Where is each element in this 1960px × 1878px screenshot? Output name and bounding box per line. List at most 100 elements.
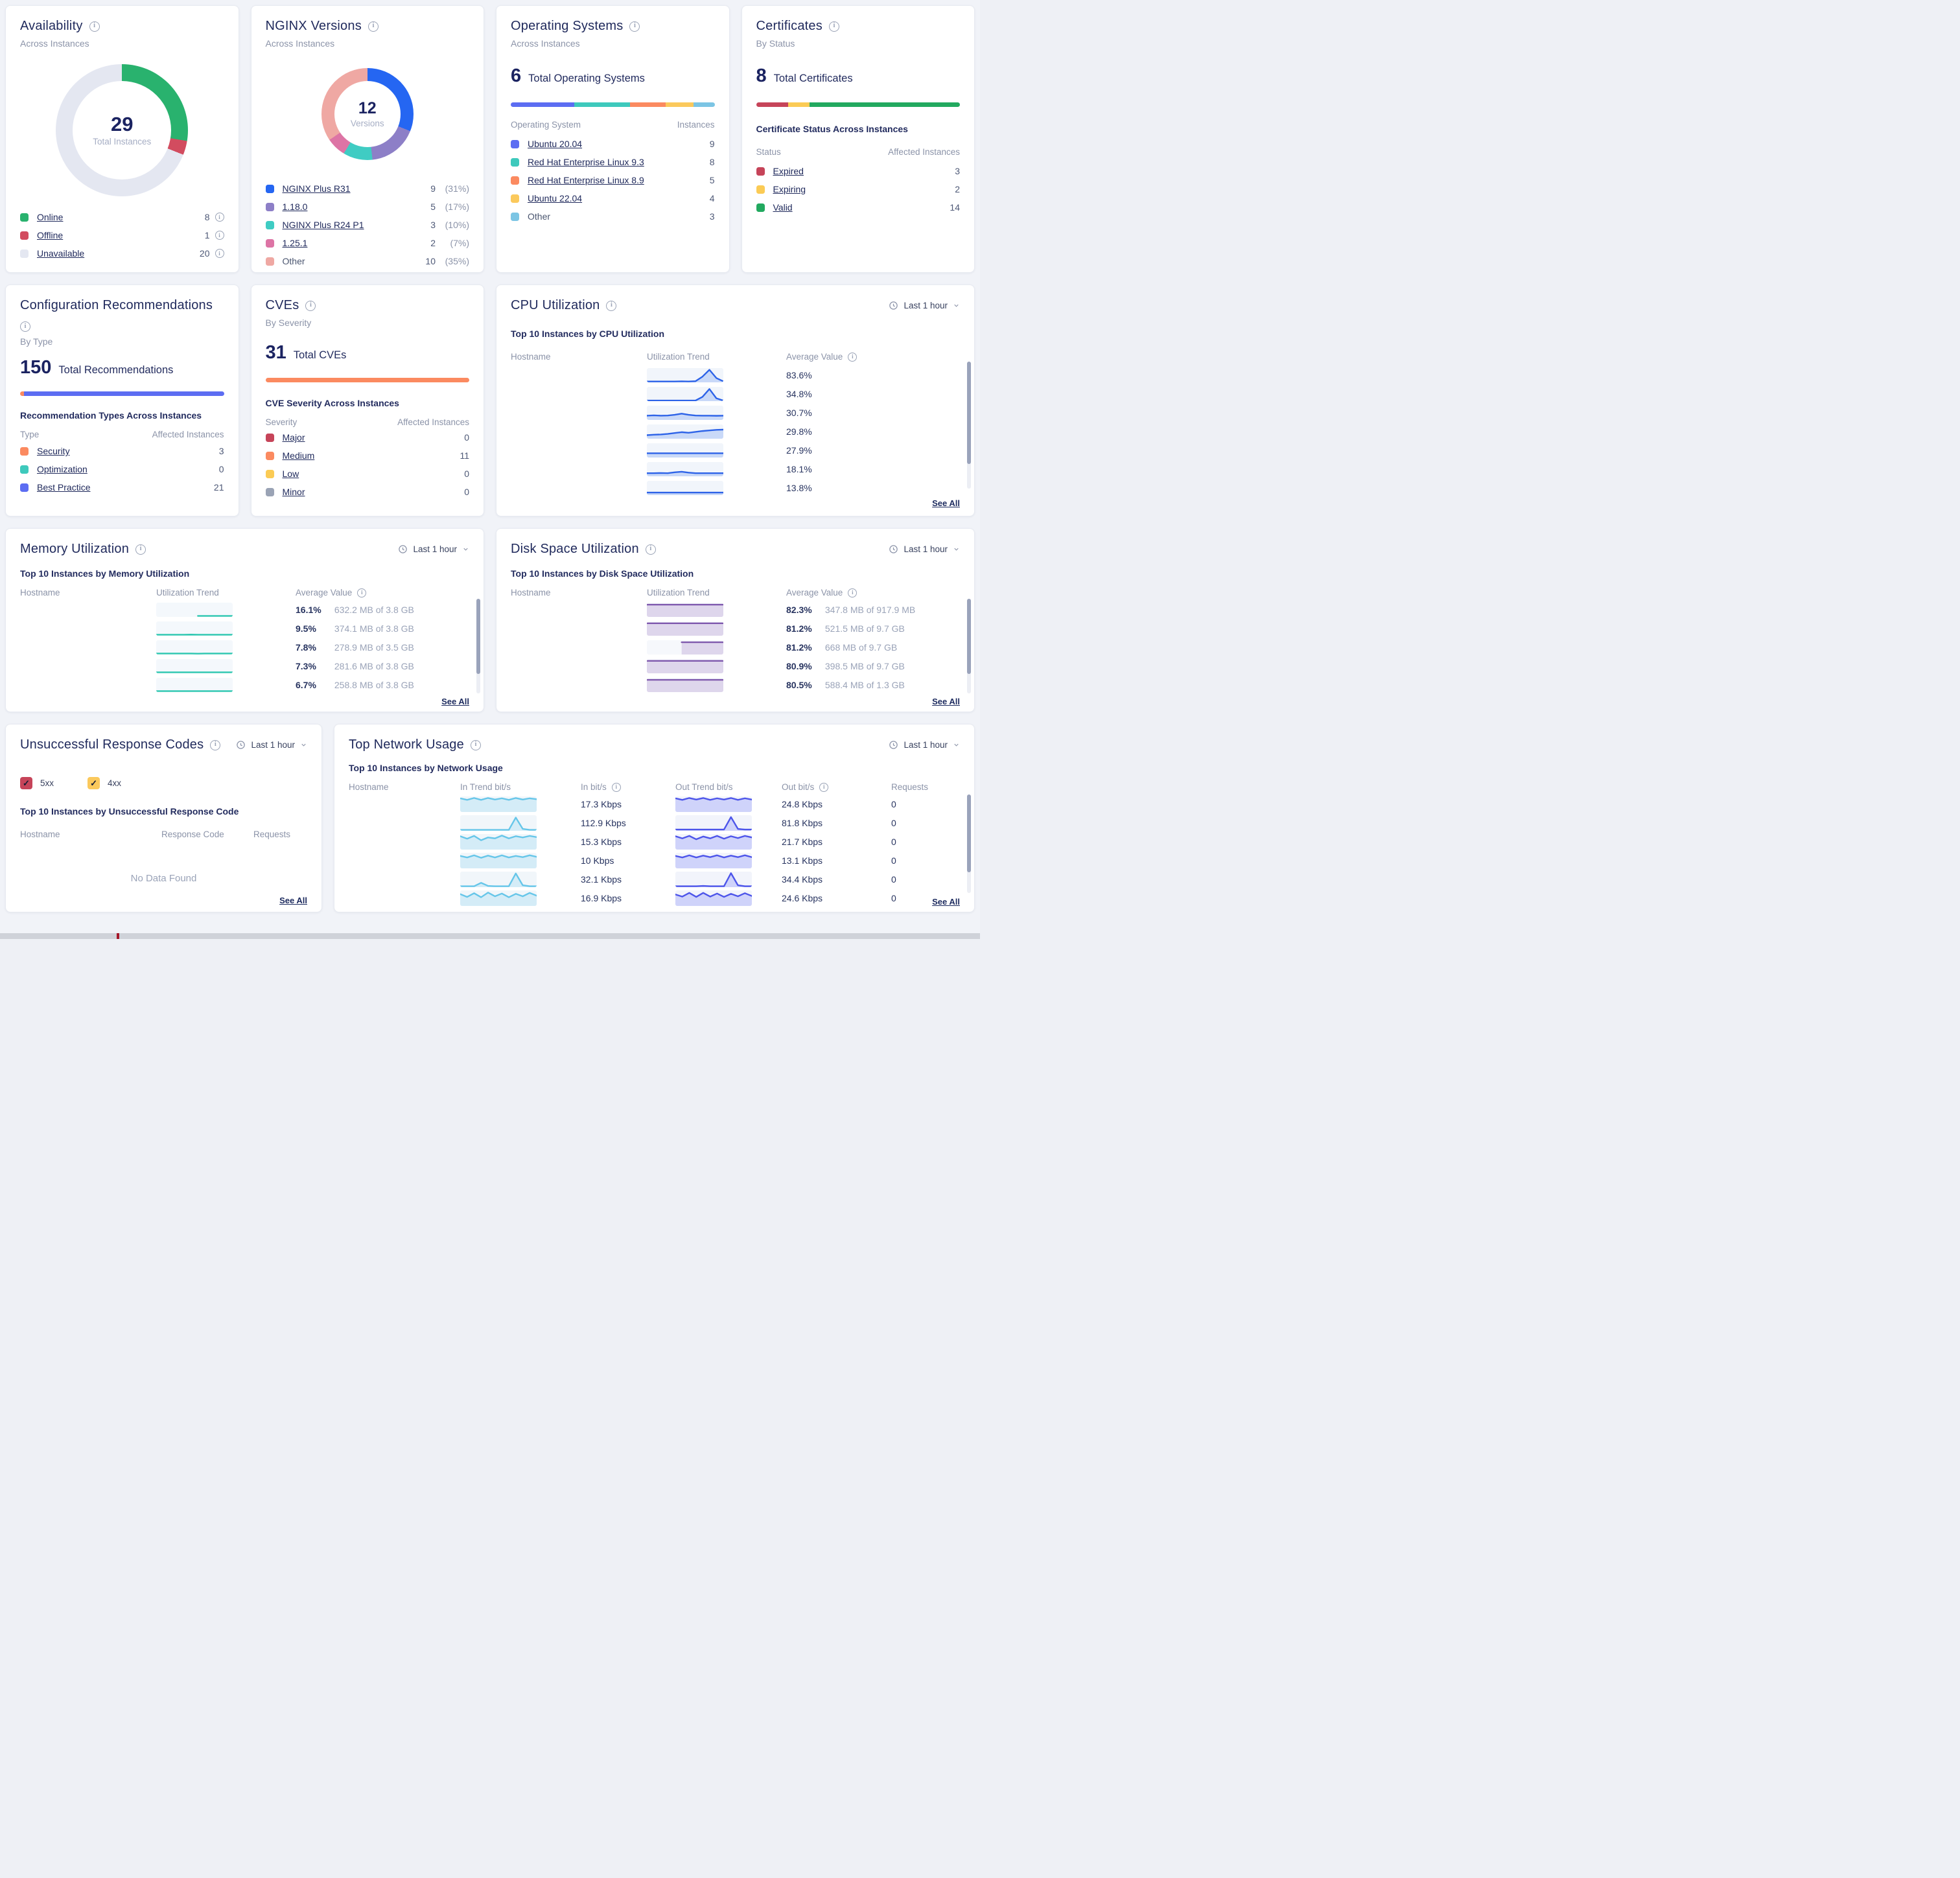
recommendation-row: Best Practice 21	[20, 478, 224, 496]
4xx-checkbox[interactable]	[88, 777, 100, 789]
os-count: 8	[710, 157, 715, 167]
medium-link[interactable]: Medium	[283, 450, 315, 461]
time-range-dropdown[interactable]: Last 1 hour	[889, 544, 960, 554]
horizontal-scrollbar-thumb[interactable]	[0, 933, 980, 939]
info-icon[interactable]	[629, 21, 640, 32]
out-trend-sparkline	[675, 890, 752, 906]
info-icon[interactable]	[612, 783, 621, 792]
chevron-down-icon	[953, 546, 960, 553]
os-row-other: Other 3	[511, 207, 715, 226]
color-swatch	[266, 488, 274, 496]
info-icon[interactable]	[215, 231, 224, 240]
5xx-checkbox[interactable]	[20, 777, 32, 789]
time-range-dropdown[interactable]: Last 1 hour	[398, 544, 469, 554]
vertical-scrollbar-thumb[interactable]	[967, 599, 971, 674]
minor-count: 0	[464, 487, 469, 497]
cpu-col-hostname: Hostname	[511, 352, 647, 362]
info-icon[interactable]	[646, 544, 656, 555]
certificates-total: 8	[756, 67, 767, 86]
best-practice-link[interactable]: Best Practice	[37, 482, 90, 493]
os-link[interactable]: Red Hat Enterprise Linux 8.9	[528, 175, 644, 185]
version-link[interactable]: NGINX Plus R24 P1	[283, 220, 364, 230]
unsuccessful-response-codes-card: Unsuccessful Response Codes Last 1 hour …	[5, 724, 322, 912]
cpu-trend-sparkline	[647, 462, 723, 476]
config-recs-total-label: Total Recommendations	[58, 364, 173, 377]
availability-total-label: Total Instances	[93, 137, 151, 146]
os-link[interactable]: Red Hat Enterprise Linux 9.3	[528, 157, 644, 167]
cpu-average-value: 30.7%	[786, 408, 960, 418]
info-icon[interactable]	[305, 301, 316, 311]
info-icon[interactable]	[819, 783, 828, 792]
color-swatch	[266, 257, 274, 266]
responses-see-all-link[interactable]: See All	[279, 896, 307, 905]
horizontal-scrollbar-track[interactable]	[0, 933, 980, 939]
low-count: 0	[464, 469, 469, 479]
info-icon[interactable]	[135, 544, 146, 555]
version-link[interactable]: 1.25.1	[283, 238, 308, 248]
out-value: 34.4 Kbps	[782, 874, 891, 885]
disk-see-all-link[interactable]: See All	[932, 697, 960, 706]
info-icon[interactable]	[20, 321, 30, 332]
color-swatch	[511, 213, 519, 221]
security-link[interactable]: Security	[37, 446, 70, 456]
in-value: 112.9 Kbps	[581, 818, 675, 828]
info-icon[interactable]	[89, 21, 100, 32]
memory-average-detail: 374.1 MB of 3.8 GB	[334, 623, 414, 634]
nginx-dashboard: Availability Across Instances 29 Total I…	[0, 0, 980, 939]
time-range-dropdown[interactable]: Last 1 hour	[236, 740, 307, 750]
expiring-link[interactable]: Expiring	[773, 184, 806, 194]
availability-donut-chart[interactable]: 29 Total Instances	[56, 64, 188, 196]
expired-link[interactable]: Expired	[773, 166, 804, 176]
minor-link[interactable]: Minor	[283, 487, 305, 497]
info-icon[interactable]	[215, 249, 224, 258]
operating-systems-title: Operating Systems	[511, 19, 623, 34]
version-count: 9	[430, 183, 436, 194]
info-icon[interactable]	[848, 353, 857, 362]
info-icon[interactable]	[368, 21, 379, 32]
offline-link[interactable]: Offline	[37, 230, 63, 240]
os-link[interactable]: Ubuntu 22.04	[528, 193, 582, 203]
info-icon[interactable]	[829, 21, 839, 32]
configuration-recommendations-card: Configuration Recommendations By Type 15…	[5, 284, 239, 516]
optimization-link[interactable]: Optimization	[37, 464, 88, 474]
cpu-see-all-link[interactable]: See All	[932, 498, 960, 508]
disk-col-trend: Utilization Trend	[647, 588, 786, 597]
unavailable-count: 20	[200, 248, 210, 259]
vertical-scrollbar-thumb[interactable]	[967, 362, 971, 464]
os-table-header: Operating System Instances	[511, 120, 715, 130]
nginx-versions-donut-chart[interactable]: 12 Versions	[321, 68, 414, 160]
info-icon[interactable]	[210, 740, 220, 750]
time-range-dropdown[interactable]: Last 1 hour	[889, 301, 960, 310]
vertical-scrollbar-thumb[interactable]	[967, 794, 971, 872]
recommendation-row: Security 3	[20, 442, 224, 460]
cpu-average-value: 18.1%	[786, 464, 960, 474]
cve-col-right: Affected Instances	[397, 417, 469, 427]
version-link[interactable]: NGINX Plus R31	[283, 183, 351, 194]
online-link[interactable]: Online	[37, 212, 63, 222]
cpu-trend-sparkline	[647, 387, 723, 401]
memory-see-all-link[interactable]: See All	[441, 697, 469, 706]
time-range-dropdown[interactable]: Last 1 hour	[889, 740, 960, 750]
info-icon[interactable]	[215, 213, 224, 222]
info-icon[interactable]	[606, 301, 616, 311]
info-icon[interactable]	[848, 588, 857, 597]
disk-title: Disk Space Utilization	[511, 542, 639, 557]
nginx-versions-card: NGINX Versions Across Instances 12 Versi…	[251, 5, 485, 273]
info-icon[interactable]	[471, 740, 481, 750]
major-link[interactable]: Major	[283, 432, 305, 443]
os-link[interactable]: Ubuntu 20.04	[528, 139, 582, 149]
info-icon[interactable]	[357, 588, 366, 597]
in-value: 17.3 Kbps	[581, 799, 675, 809]
network-see-all-link[interactable]: See All	[928, 897, 960, 907]
version-link[interactable]: 1.18.0	[283, 202, 308, 212]
config-recs-stacked-bar	[20, 391, 224, 396]
disk-average-detail: 668 MB of 9.7 GB	[825, 642, 897, 653]
disk-average-percent: 81.2%	[786, 623, 822, 634]
unavailable-link[interactable]: Unavailable	[37, 248, 84, 259]
cpu-average-value: 27.9%	[786, 445, 960, 456]
cves-section-title: CVE Severity Across Instances	[266, 398, 470, 408]
low-link[interactable]: Low	[283, 469, 299, 479]
valid-link[interactable]: Valid	[773, 202, 793, 213]
disk-rows: 82.3% 347.8 MB of 917.9 MB 81.2% 521.5 M…	[511, 600, 960, 694]
vertical-scrollbar-thumb[interactable]	[476, 599, 480, 674]
